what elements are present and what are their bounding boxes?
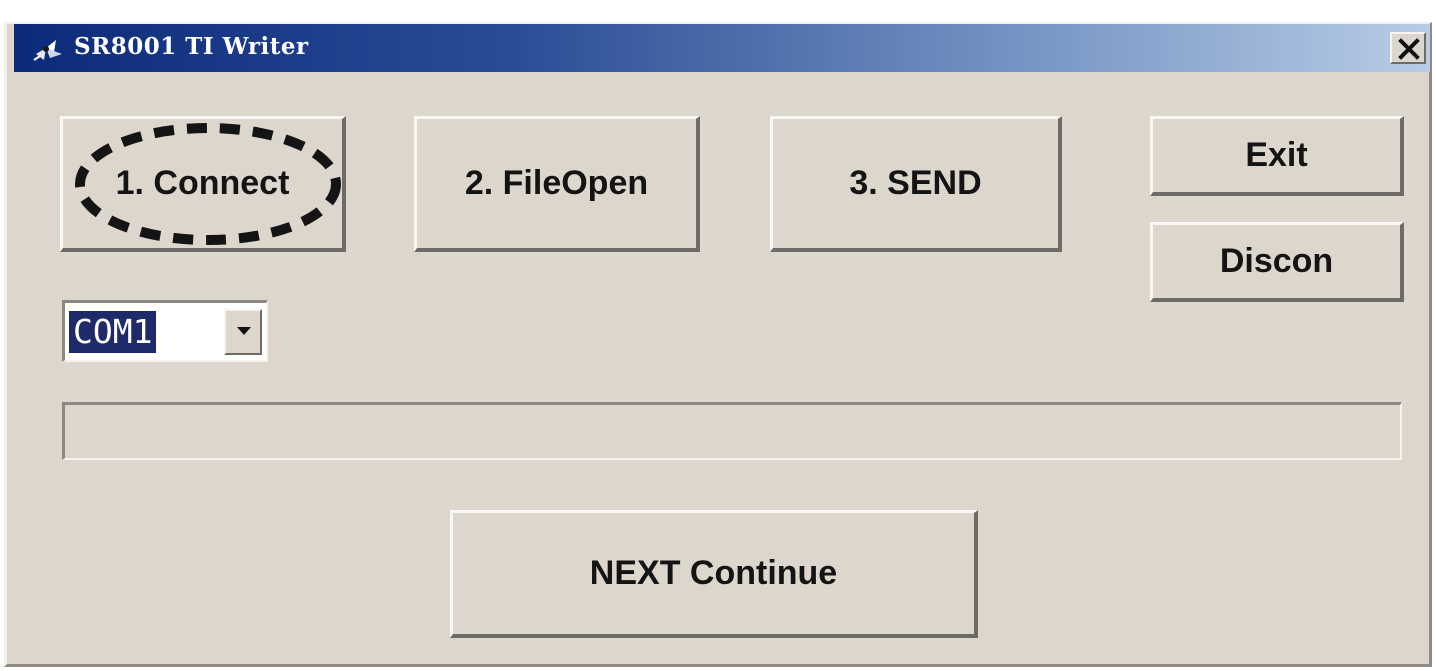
exit-button-label: Exit (1245, 136, 1308, 174)
app-logo-icon (32, 34, 66, 64)
title-bar[interactable]: SR8001 TI Writer (14, 24, 1430, 72)
window-title: SR8001 TI Writer (74, 33, 309, 60)
close-icon (1398, 38, 1420, 60)
close-button[interactable] (1390, 32, 1426, 64)
discon-button-label: Discon (1219, 242, 1334, 280)
next-continue-button[interactable]: NEXT Continue (450, 510, 978, 638)
send-button[interactable]: 3. SEND (770, 116, 1062, 252)
connect-button[interactable]: 1. Connect (60, 116, 346, 252)
discon-button[interactable]: Discon (1150, 222, 1404, 302)
exit-button[interactable]: Exit (1150, 116, 1404, 196)
file-open-button-label: 2. FileOpen (464, 164, 649, 202)
connect-button-label: 1. Connect (115, 164, 290, 202)
file-open-button[interactable]: 2. FileOpen (414, 116, 700, 252)
send-button-label: 3. SEND (849, 164, 982, 202)
com-port-dropdown-button[interactable] (224, 309, 262, 355)
next-continue-button-label: NEXT Continue (589, 554, 838, 592)
chevron-down-icon (237, 327, 251, 335)
progress-bar (62, 402, 1402, 460)
com-port-value: COM1 (69, 311, 157, 353)
com-port-select[interactable]: COM1 (62, 300, 268, 362)
